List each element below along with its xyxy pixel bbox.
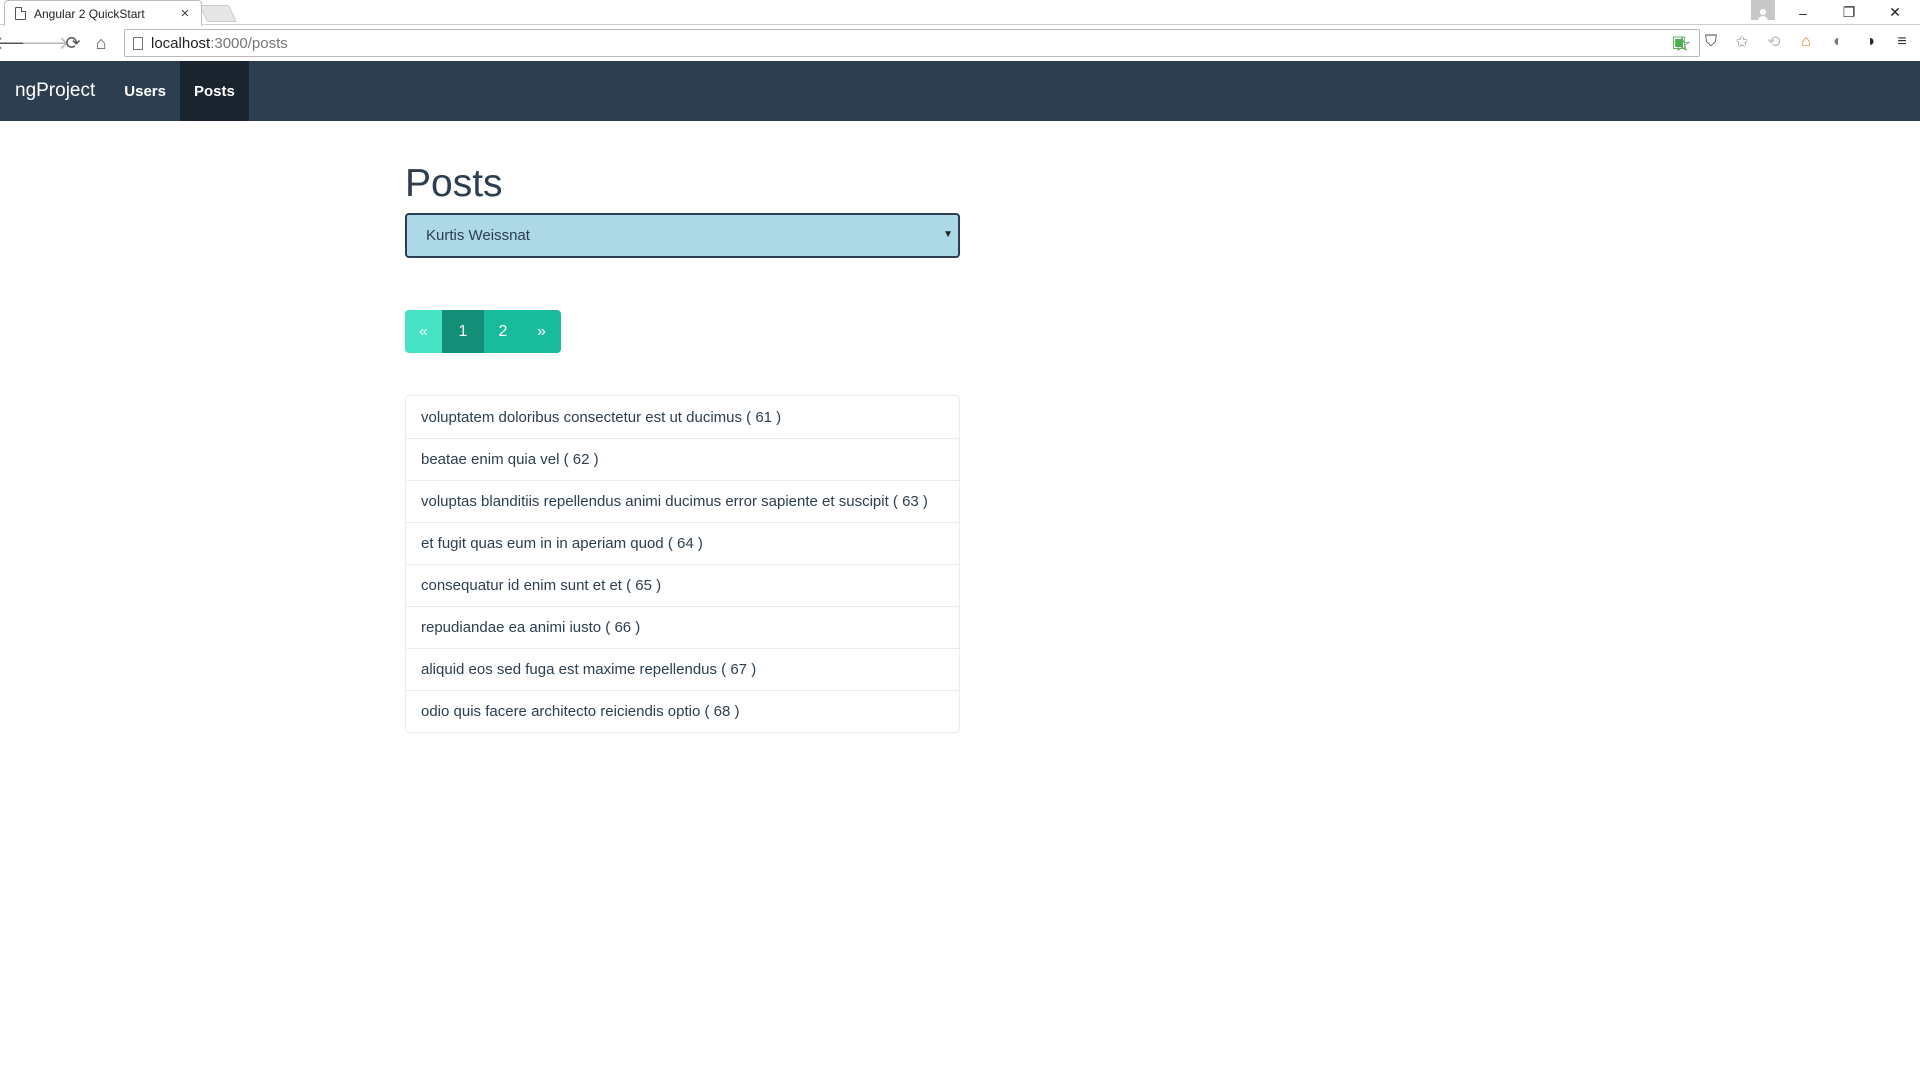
reload-icon[interactable]: ⟳ xyxy=(59,30,87,58)
pagination-prev-button[interactable]: « xyxy=(405,310,442,353)
person-icon xyxy=(1758,8,1768,21)
contrast-icon[interactable]: ◐ xyxy=(1828,32,1848,52)
list-item[interactable]: et fugit quas eum in in aperiam quod ( 6… xyxy=(406,522,959,564)
new-tab-button[interactable] xyxy=(199,5,237,22)
url-host: localhost xyxy=(151,34,211,52)
menu-icon[interactable]: ≡ xyxy=(1892,32,1912,52)
list-item[interactable]: repudiandae ea animi iusto ( 66 ) xyxy=(406,606,959,648)
address-bar[interactable]: localhost:3000/posts ☆ xyxy=(124,29,1700,57)
home-icon[interactable]: ⌂ xyxy=(87,30,115,58)
extension-sync-icon[interactable]: ⟲ xyxy=(1764,32,1784,52)
chevron-down-icon: ▼ xyxy=(943,229,953,240)
pocket-icon[interactable]: ⛉ xyxy=(1701,32,1721,52)
page-icon xyxy=(15,7,26,20)
user-select[interactable]: Kurtis Weissnat ▼ xyxy=(405,213,960,258)
brand-link[interactable]: ngProject xyxy=(0,61,110,121)
close-window-button[interactable]: ✕ xyxy=(1872,0,1918,25)
dark-mode-icon[interactable]: ◑ xyxy=(1860,32,1880,52)
list-item[interactable]: voluptas blanditiis repellendus animi du… xyxy=(406,480,959,522)
extension-star-icon[interactable]: ✩ xyxy=(1732,32,1752,52)
nav-link-users[interactable]: Users xyxy=(110,61,180,121)
minimize-button[interactable]: – xyxy=(1780,0,1826,25)
user-select-value: Kurtis Weissnat xyxy=(426,227,530,244)
restore-button[interactable]: ❐ xyxy=(1826,0,1872,25)
pagination-page-2[interactable]: 2 xyxy=(484,310,522,353)
pagination-next-button[interactable]: » xyxy=(522,310,561,353)
list-item[interactable]: beatae enim quia vel ( 62 ) xyxy=(406,438,959,480)
forward-arrow-icon[interactable]: 🡒 xyxy=(21,30,69,58)
url-path: :3000/posts xyxy=(210,34,288,52)
pagination: « 1 2 » xyxy=(405,310,961,353)
tab-close-icon[interactable]: × xyxy=(177,5,193,22)
browser-tab[interactable]: Angular 2 QuickStart × xyxy=(4,0,202,26)
page-info-icon xyxy=(133,36,143,50)
posts-list: voluptatem doloribus consectetur est ut … xyxy=(405,395,960,733)
profile-button[interactable] xyxy=(1751,0,1775,21)
page-title: Posts xyxy=(405,162,503,205)
extension-home-icon[interactable]: ⌂ xyxy=(1796,32,1816,52)
tab-title: Angular 2 QuickStart xyxy=(34,6,145,21)
pagination-page-1[interactable]: 1 xyxy=(442,310,484,353)
nav-link-posts[interactable]: Posts xyxy=(179,61,249,121)
list-item[interactable]: aliquid eos sed fuga est maxime repellen… xyxy=(406,648,959,690)
list-item[interactable]: odio quis facere architecto reiciendis o… xyxy=(406,690,959,732)
list-item[interactable]: consequatur id enim sunt et et ( 65 ) xyxy=(406,564,959,606)
browser-tabstrip: Angular 2 QuickStart × – ❐ ✕ xyxy=(0,0,1920,26)
main-content: Posts Kurtis Weissnat ▼ « 1 2 » voluptat… xyxy=(405,121,961,733)
browser-toolbar: 🡐 🡒 ⟳ ⌂ localhost:3000/posts ☆ xyxy=(0,26,1920,61)
extension-green-icon[interactable]: ▣ xyxy=(1669,32,1689,52)
list-item[interactable]: voluptatem doloribus consectetur est ut … xyxy=(406,396,959,438)
app-navbar: ngProject Users Posts xyxy=(0,61,1920,121)
